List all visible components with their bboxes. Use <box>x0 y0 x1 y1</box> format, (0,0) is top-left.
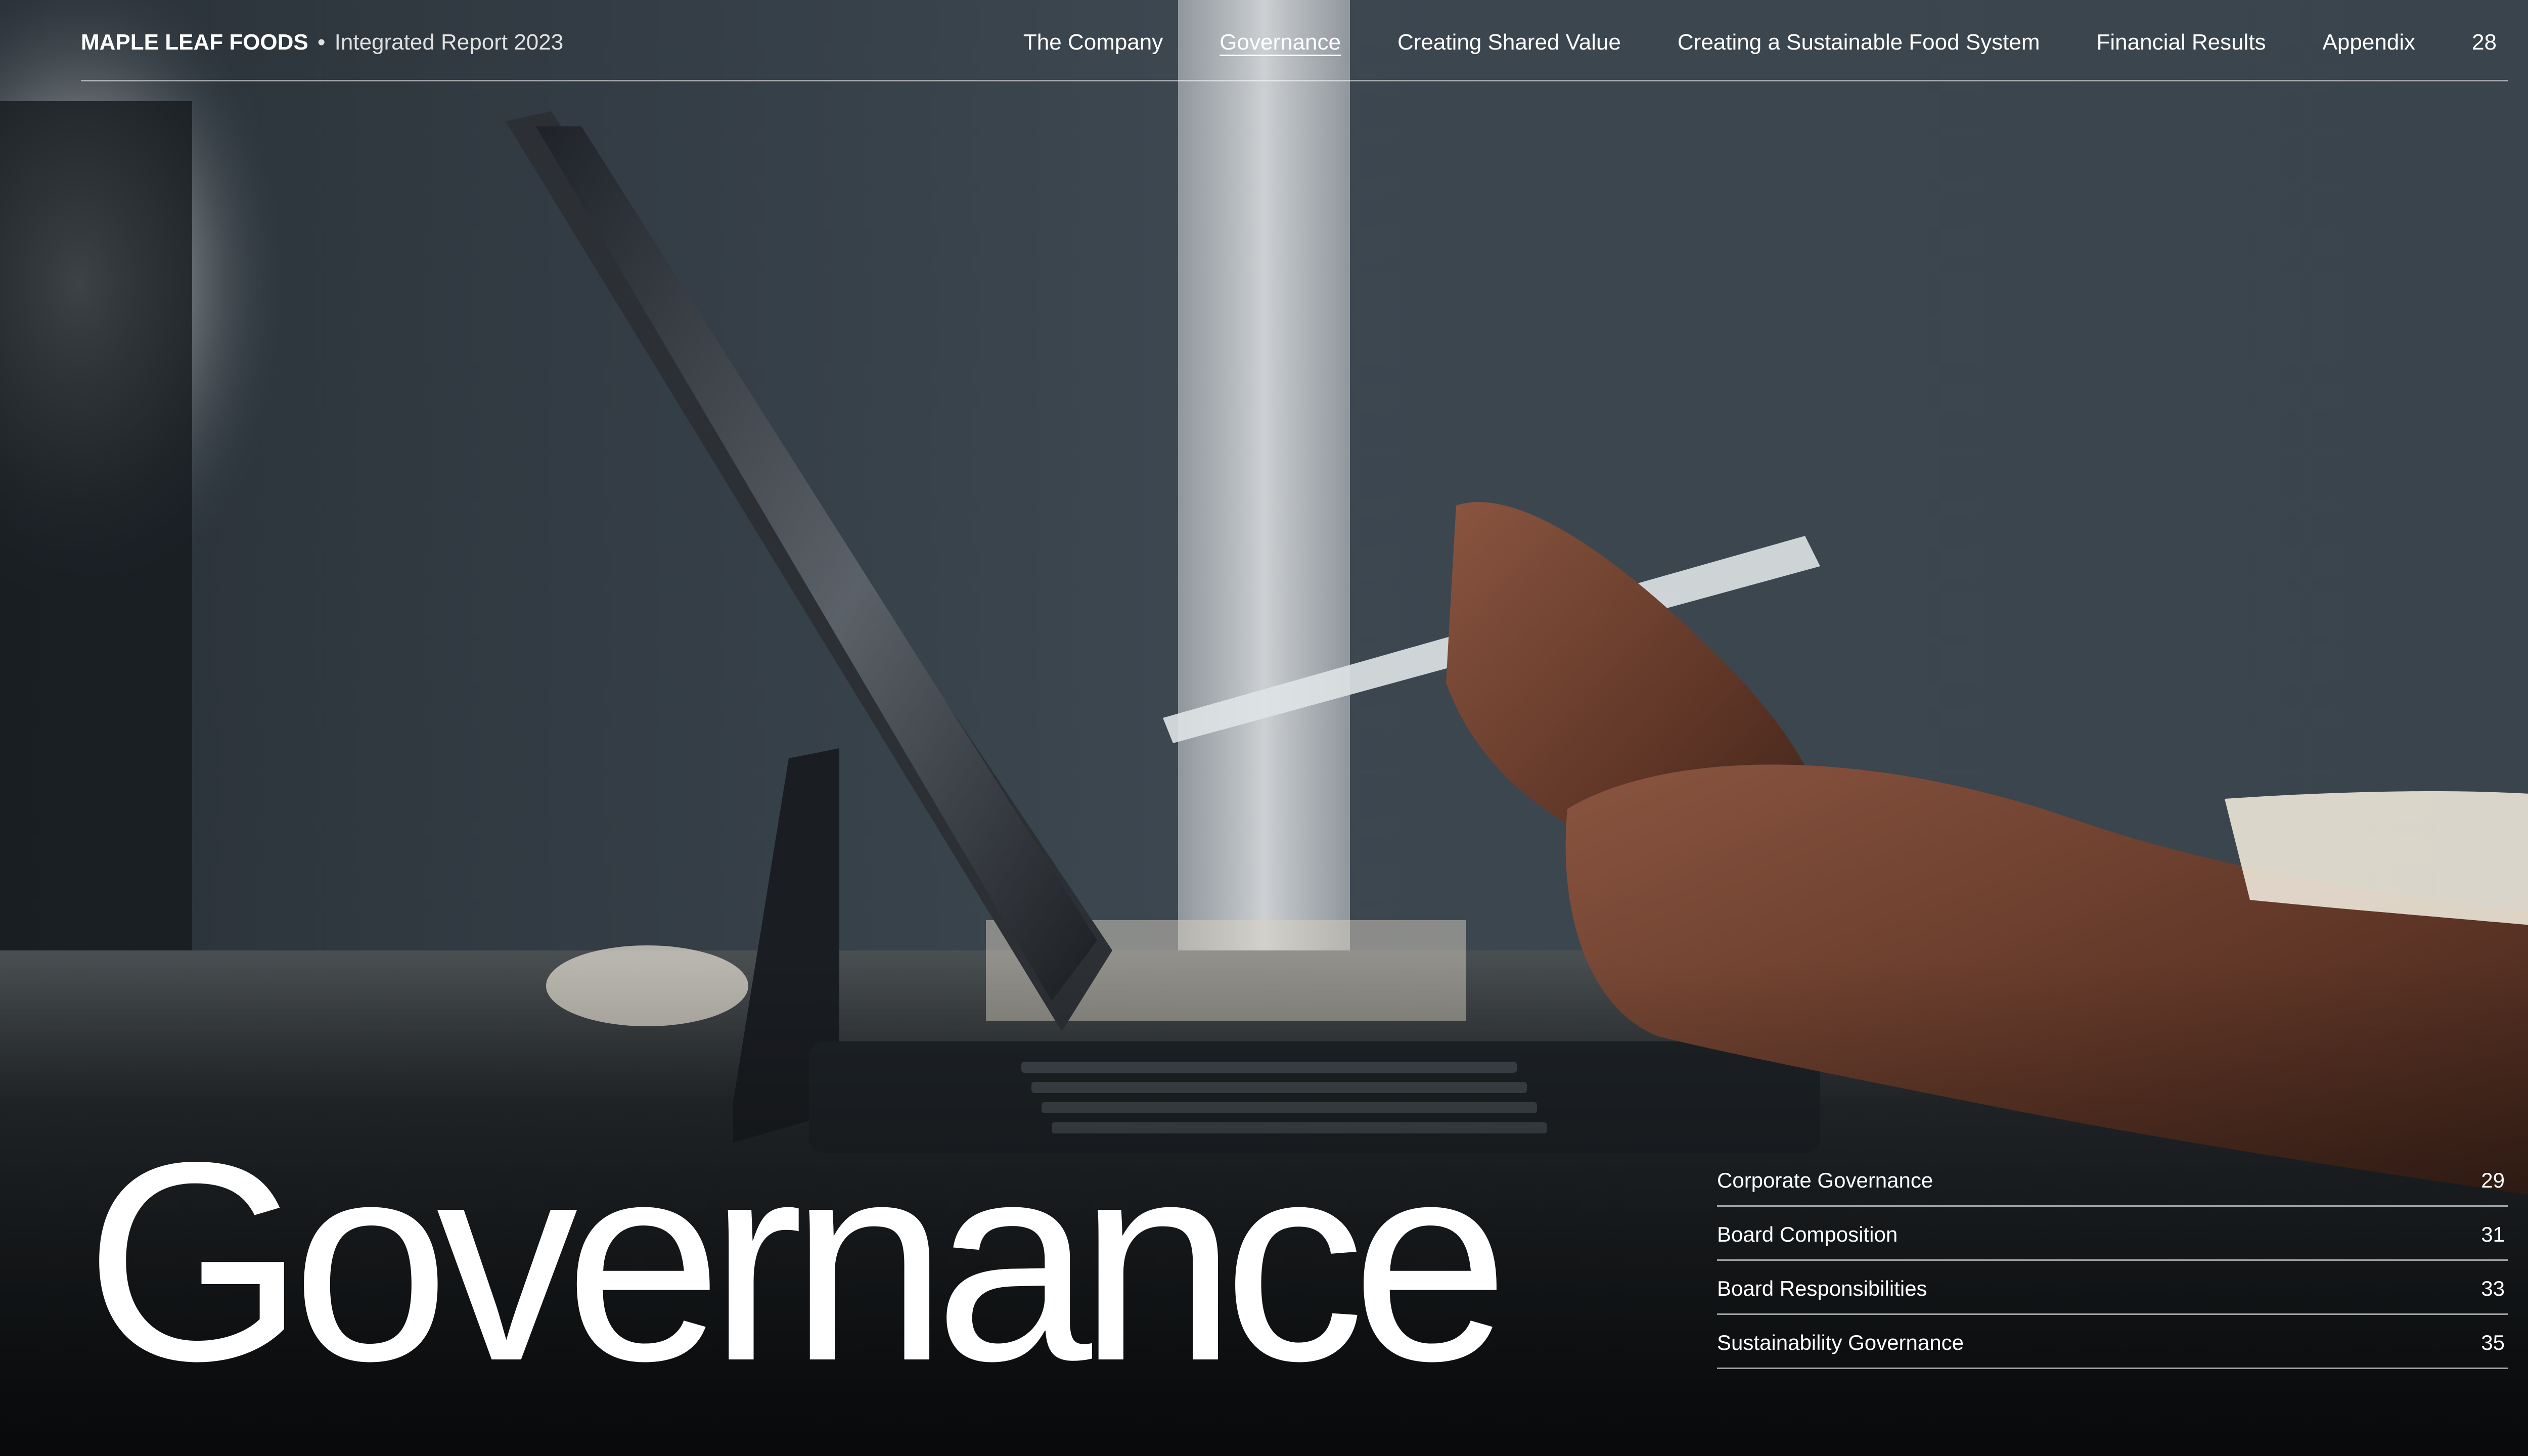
toc-item-label: Corporate Governance <box>1717 1168 1933 1192</box>
nav-item-financial-results[interactable]: Financial Results <box>2097 27 2266 58</box>
report-subtitle: Integrated Report 2023 <box>334 30 564 55</box>
toc-item-page: 29 <box>2481 1168 2505 1192</box>
toc-item-page: 31 <box>2481 1222 2505 1246</box>
toc-item-board-responsibilities[interactable]: Board Responsibilities 33 <box>1717 1261 2508 1315</box>
page-number: 28 <box>2472 30 2497 55</box>
section-contents: Corporate Governance 29 Board Compositio… <box>1717 1153 2508 1369</box>
toc-item-board-composition[interactable]: Board Composition 31 <box>1717 1207 2508 1261</box>
top-navigation-bar: MAPLE LEAF FOODS • Integrated Report 202… <box>81 20 2508 81</box>
nav-item-governance[interactable]: Governance <box>1220 27 1341 58</box>
section-title: Governance <box>85 1103 1509 1420</box>
toc-item-corporate-governance[interactable]: Corporate Governance 29 <box>1717 1153 2508 1207</box>
toc-item-sustainability-governance[interactable]: Sustainability Governance 35 <box>1717 1315 2508 1369</box>
nav-item-the-company[interactable]: The Company <box>1023 27 1163 58</box>
report-page: MAPLE LEAF FOODS • Integrated Report 202… <box>0 0 2528 1456</box>
nav-item-sustainable-food-system[interactable]: Creating a Sustainable Food System <box>1678 27 2040 58</box>
toc-item-page: 35 <box>2481 1331 2505 1354</box>
brand-name: MAPLE LEAF FOODS <box>81 30 308 55</box>
toc-item-label: Board Responsibilities <box>1717 1277 1927 1300</box>
toc-item-label: Sustainability Governance <box>1717 1331 1964 1354</box>
nav-item-creating-shared-value[interactable]: Creating Shared Value <box>1397 27 1621 58</box>
brand-separator: • <box>318 30 326 55</box>
toc-item-label: Board Composition <box>1717 1222 1898 1246</box>
main-nav: The Company Governance Creating Shared V… <box>967 27 2508 58</box>
brand[interactable]: MAPLE LEAF FOODS • Integrated Report 202… <box>81 27 563 58</box>
nav-item-appendix[interactable]: Appendix <box>2323 27 2415 58</box>
toc-item-page: 33 <box>2481 1277 2505 1300</box>
